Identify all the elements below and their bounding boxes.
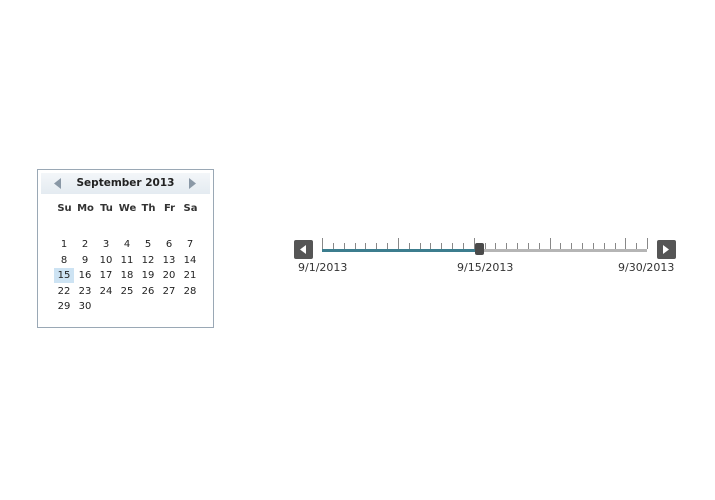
- timeline-major-tick: [322, 238, 323, 249]
- timeline-mid-label: 9/15/2013: [457, 261, 514, 274]
- calendar-day[interactable]: 12: [138, 253, 158, 268]
- timeline-start-label: 9/1/2013: [298, 261, 348, 274]
- calendar-day-selected[interactable]: 15: [54, 268, 74, 283]
- timeline-end-label: 9/30/2013: [618, 261, 675, 274]
- calendar-day[interactable]: 16: [75, 268, 95, 283]
- calendar-day[interactable]: 2: [75, 237, 95, 252]
- timeline-major-tick: [625, 238, 626, 249]
- calendar-day[interactable]: 7: [180, 237, 200, 252]
- triangle-right-icon: [189, 178, 196, 189]
- timeline-previous-button[interactable]: [294, 240, 313, 259]
- timeline-thumb[interactable]: [474, 243, 484, 255]
- timeline-slider[interactable]: [322, 236, 648, 255]
- calendar-day[interactable]: 6: [159, 237, 179, 252]
- calendar-day[interactable]: 1: [54, 237, 74, 252]
- weekday-friday: Fr: [163, 203, 176, 214]
- timeline-major-tick: [550, 238, 551, 249]
- calendar-header: September 2013: [41, 173, 210, 194]
- calendar-day[interactable]: 27: [159, 284, 179, 299]
- calendar-day[interactable]: 8: [54, 253, 74, 268]
- calendar-day[interactable]: 5: [138, 237, 158, 252]
- timeline-major-tick: [647, 238, 648, 249]
- calendar-day[interactable]: 17: [96, 268, 116, 283]
- timeline-major-tick: [398, 238, 399, 249]
- calendar-day[interactable]: 23: [75, 284, 95, 299]
- previous-month-button[interactable]: [47, 173, 69, 194]
- calendar: September 2013 Su Mo Tu We Th Fr Sa 1234…: [37, 169, 214, 328]
- calendar-day[interactable]: 29: [54, 299, 74, 314]
- calendar-day[interactable]: 4: [117, 237, 137, 252]
- calendar-day[interactable]: 24: [96, 284, 116, 299]
- calendar-day[interactable]: 22: [54, 284, 74, 299]
- weekday-thursday: Th: [141, 203, 156, 214]
- calendar-day[interactable]: 19: [138, 268, 158, 283]
- calendar-day[interactable]: 25: [117, 284, 137, 299]
- weekday-tuesday: Tu: [100, 203, 113, 214]
- calendar-day[interactable]: 20: [159, 268, 179, 283]
- weekday-saturday: Sa: [183, 203, 198, 214]
- calendar-day[interactable]: 10: [96, 253, 116, 268]
- next-month-button[interactable]: [182, 173, 204, 194]
- triangle-left-icon: [300, 245, 306, 254]
- calendar-day[interactable]: 26: [138, 284, 158, 299]
- weekday-sunday: Su: [57, 203, 72, 214]
- calendar-day[interactable]: 9: [75, 253, 95, 268]
- calendar-day[interactable]: 14: [180, 253, 200, 268]
- weekday-wednesday: We: [118, 203, 137, 214]
- weekday-monday: Mo: [77, 203, 94, 214]
- calendar-day[interactable]: 13: [159, 253, 179, 268]
- calendar-day[interactable]: 30: [75, 299, 95, 314]
- month-year-label[interactable]: September 2013: [77, 177, 175, 189]
- calendar-day[interactable]: 11: [117, 253, 137, 268]
- triangle-left-icon: [54, 178, 61, 189]
- calendar-day[interactable]: 18: [117, 268, 137, 283]
- triangle-right-icon: [663, 245, 669, 254]
- calendar-day[interactable]: 28: [180, 284, 200, 299]
- calendar-day[interactable]: 21: [180, 268, 200, 283]
- calendar-day[interactable]: 3: [96, 237, 116, 252]
- timeline-next-button[interactable]: [657, 240, 676, 259]
- timeline-track-fill: [322, 249, 479, 252]
